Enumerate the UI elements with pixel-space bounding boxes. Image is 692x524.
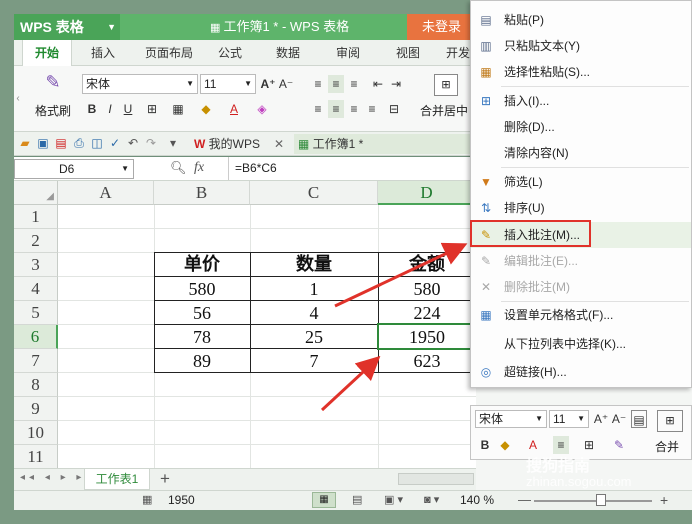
bold-icon[interactable]: B — [477, 436, 493, 454]
sheet-tab-bar: ◂◂ ◂ ▸ ▸▸ 工作表1 + — [14, 468, 476, 490]
mini-font-name-select[interactable]: 宋体 ▼ — [475, 410, 547, 428]
watermark-url: zhinan.sogou.com — [526, 474, 632, 489]
insert-icon: ⊞ — [480, 94, 492, 108]
mini-font-size-select[interactable]: 11 ▼ — [549, 410, 589, 428]
format-cells-icon: ▦ — [480, 308, 492, 322]
menu-item-insert[interactable]: ⊞ 插入(I)... — [471, 88, 691, 114]
chevron-down-icon: ▼ — [535, 414, 543, 423]
sort-icon: ⇅ — [480, 201, 492, 215]
paste-special-icon: ▦ — [480, 65, 492, 79]
menu-item-delete[interactable]: 删除(D)... — [471, 114, 691, 140]
menu-item-filter[interactable]: ▼ 筛选(L) — [471, 169, 691, 195]
increase-font-icon[interactable]: A⁺ — [593, 410, 609, 428]
edit-comment-icon: ✎ — [480, 254, 492, 268]
menu-item-paste-text[interactable]: ▥ 只粘贴文本(Y) — [471, 33, 691, 59]
delete-comment-icon: ✕ — [480, 280, 492, 294]
menu-item-hyperlink[interactable]: ◎ 超链接(H)... — [471, 359, 691, 385]
window-frame-bottom — [0, 510, 692, 524]
horizontal-scrollbar[interactable] — [398, 473, 474, 485]
zoom-slider-handle[interactable] — [596, 494, 606, 506]
menu-item-delete-comment[interactable]: ✕ 删除批注(M) — [471, 274, 691, 300]
hyperlink-icon: ◎ — [480, 365, 492, 379]
watermark-brand: 搜狗指南 — [526, 458, 591, 475]
menu-item-paste-special[interactable]: ▦ 选择性粘贴(S)... — [471, 59, 691, 85]
menu-item-paste[interactable]: ▤ 粘贴(P) — [471, 7, 691, 33]
arrow-to-cell — [320, 355, 381, 412]
zoom-out-icon[interactable]: — — [518, 492, 531, 507]
arrow-to-menu-item — [334, 242, 468, 308]
chevron-down-icon: ▼ — [577, 414, 585, 423]
merge-icon[interactable]: ⊞ — [657, 410, 683, 432]
menu-separator — [501, 86, 689, 87]
fill-color-icon[interactable]: ◆ — [497, 436, 513, 454]
status-value: 1950 — [168, 493, 195, 507]
menu-item-format-cells[interactable]: ▦ 设置单元格格式(F)... — [471, 302, 691, 328]
normal-view-icon[interactable]: ▦ — [312, 492, 336, 508]
paste-icon: ▤ — [480, 13, 492, 27]
menu-item-pick-from-list[interactable]: 从下拉列表中选择(K)... — [471, 331, 691, 357]
menu-item-clear-contents[interactable]: 清除内容(N) — [471, 140, 691, 166]
filter-icon: ▼ — [480, 175, 492, 189]
menu-separator — [501, 167, 689, 168]
format-painter-icon[interactable]: ✎ — [611, 436, 627, 454]
sheet-tab-1[interactable]: 工作表1 — [84, 469, 150, 490]
context-menu: ▤ 粘贴(P) ▥ 只粘贴文本(Y) ▦ 选择性粘贴(S)... ⊞ 插入(I)... … — [470, 0, 692, 388]
menu-item-sort[interactable]: ⇅ 排序(U) — [471, 195, 691, 221]
add-sheet-button[interactable]: + — [160, 469, 170, 489]
zoom-level: 140 % — [460, 493, 495, 507]
reading-mode-icon[interactable]: ◙ ▾ — [424, 493, 439, 506]
page-break-icon[interactable]: ▣ ▾ — [384, 493, 403, 506]
zoom-slider[interactable] — [534, 500, 652, 502]
zoom-in-icon[interactable]: + — [660, 492, 668, 508]
calculator-icon[interactable]: ▦ — [142, 493, 152, 506]
decrease-font-icon[interactable]: A⁻ — [611, 410, 627, 428]
mini-merge-button[interactable]: 合并 — [655, 438, 679, 455]
menu-item-edit-comment[interactable]: ✎ 编辑批注(E)... — [471, 248, 691, 274]
format-icon[interactable]: ▤ — [631, 410, 647, 428]
status-bar: ▦ 1950 ▦ ▤ ▣ ▾ ◙ ▾ 140 % — + — [14, 490, 692, 510]
highlight-box — [470, 220, 591, 247]
paste-text-icon: ▥ — [480, 39, 492, 53]
page-layout-icon[interactable]: ▤ — [352, 493, 362, 506]
